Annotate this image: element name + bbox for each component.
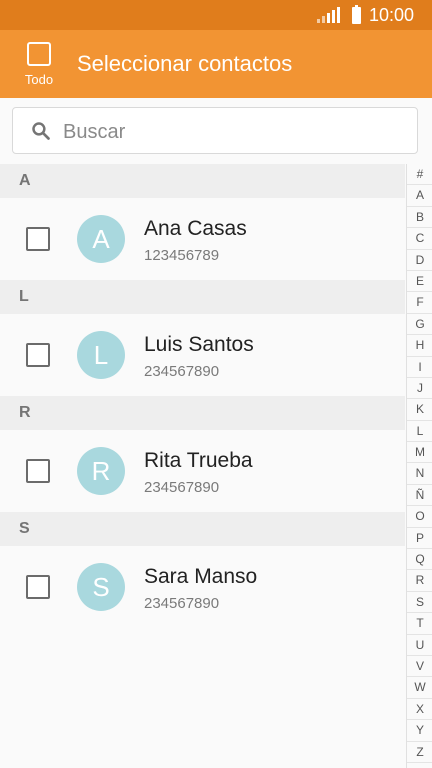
contact-list: A A Ana Casas 123456789 L L Luis Santos …: [0, 164, 405, 628]
avatar: R: [77, 447, 125, 495]
alphabet-index[interactable]: # A B C D E F G H I J K L M N Ñ O P Q R S T U V W X Y Z: [406, 164, 432, 768]
contact-number: 234567890: [144, 363, 220, 380]
status-bar: 10:00: [0, 0, 432, 30]
search-bar[interactable]: [12, 107, 418, 154]
select-all-button[interactable]: Todo: [14, 30, 64, 98]
contact-number: 123456789: [144, 247, 220, 264]
index-letter[interactable]: U: [407, 635, 432, 656]
contact-row[interactable]: R Rita Trueba 234567890: [0, 430, 405, 512]
section-header-l: L: [0, 280, 405, 314]
index-letter[interactable]: S: [407, 592, 432, 614]
index-letter[interactable]: Q: [407, 549, 432, 571]
index-letter[interactable]: H: [407, 335, 432, 357]
index-letter[interactable]: K: [407, 399, 432, 421]
contact-row[interactable]: A Ana Casas 123456789: [0, 198, 405, 280]
index-letter[interactable]: X: [407, 699, 432, 721]
contact-number: 234567890: [144, 595, 220, 612]
contact-row[interactable]: S Sara Manso 234567890: [0, 546, 405, 628]
index-letter[interactable]: V: [407, 656, 432, 678]
index-letter[interactable]: P: [407, 528, 432, 550]
contact-row[interactable]: L Luis Santos 234567890: [0, 314, 405, 396]
contact-checkbox[interactable]: [26, 227, 50, 251]
avatar: A: [77, 215, 125, 263]
index-letter[interactable]: E: [407, 271, 432, 293]
contact-name: Sara Manso: [144, 565, 258, 588]
app-bar: Todo Seleccionar contactos: [0, 30, 432, 98]
search-icon: [32, 122, 50, 140]
avatar: L: [77, 331, 125, 379]
section-header-r: R: [0, 396, 405, 430]
index-letter[interactable]: Z: [407, 742, 432, 763]
index-letter[interactable]: I: [407, 357, 432, 378]
index-letter[interactable]: W: [407, 677, 432, 699]
index-letter[interactable]: N: [407, 463, 432, 485]
contact-name: Rita Trueba: [144, 449, 253, 472]
contact-name: Luis Santos: [144, 333, 254, 356]
avatar: S: [77, 563, 125, 611]
select-all-checkbox[interactable]: [27, 42, 51, 66]
index-letter[interactable]: B: [407, 207, 432, 229]
contact-checkbox[interactable]: [26, 343, 50, 367]
index-letter[interactable]: T: [407, 613, 432, 635]
section-header-a: A: [0, 164, 405, 198]
search-input[interactable]: [61, 116, 405, 148]
index-letter[interactable]: O: [407, 506, 432, 528]
battery-icon: [351, 4, 361, 24]
index-letter[interactable]: F: [407, 292, 432, 314]
index-letter[interactable]: J: [407, 378, 432, 400]
page-title: Seleccionar contactos: [77, 51, 293, 76]
contact-number: 234567890: [144, 479, 220, 496]
contact-name: Ana Casas: [144, 217, 247, 240]
select-all-label: Todo: [24, 72, 54, 87]
signal-icon: [316, 7, 340, 23]
index-letter[interactable]: L: [407, 421, 432, 443]
index-letter[interactable]: D: [407, 250, 432, 271]
index-letter[interactable]: A: [407, 185, 432, 207]
index-letter[interactable]: C: [407, 228, 432, 250]
index-letter[interactable]: #: [407, 164, 432, 186]
index-letter[interactable]: Ñ: [407, 485, 432, 507]
index-letter[interactable]: M: [407, 442, 432, 464]
section-header-s: S: [0, 512, 405, 546]
index-letter[interactable]: Y: [407, 720, 432, 742]
index-letter[interactable]: G: [407, 314, 432, 336]
contact-checkbox[interactable]: [26, 459, 50, 483]
contact-checkbox[interactable]: [26, 575, 50, 599]
index-letter[interactable]: R: [407, 570, 432, 592]
status-time: 10:00: [368, 4, 414, 25]
